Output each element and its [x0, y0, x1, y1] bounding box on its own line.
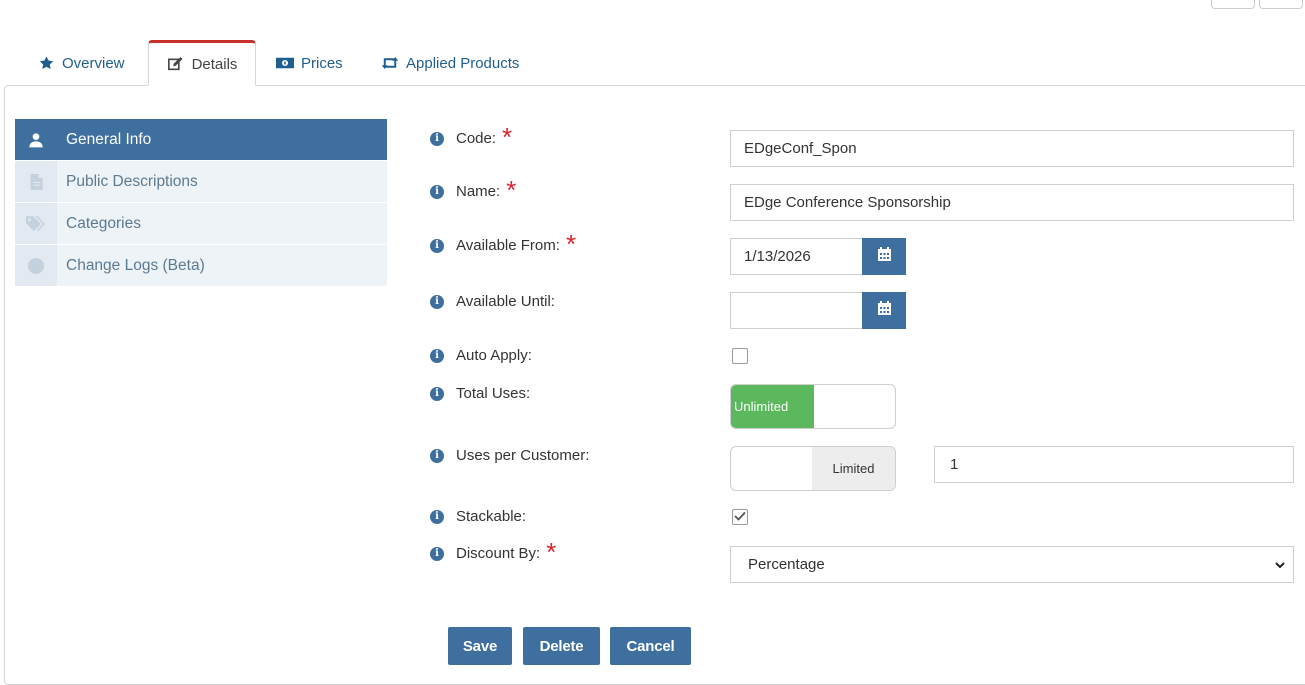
- tab-prices[interactable]: Prices: [276, 40, 343, 86]
- sidenav-item-public-descriptions[interactable]: Public Descriptions: [15, 161, 387, 203]
- name-label-row: i Name: *: [430, 174, 517, 205]
- calendar-icon: [877, 247, 891, 266]
- code-label: Code:: [456, 130, 497, 147]
- cancel-button[interactable]: Cancel: [610, 627, 691, 665]
- auto-apply-label-row: i Auto Apply:: [430, 347, 532, 364]
- info-icon[interactable]: i: [430, 348, 444, 363]
- info-icon[interactable]: i: [430, 294, 444, 309]
- discount-by-selected: Percentage: [748, 556, 825, 573]
- user-icon: [15, 119, 57, 160]
- document-icon: [15, 161, 57, 202]
- circle-icon: [15, 245, 57, 286]
- tab-details[interactable]: Details: [148, 40, 256, 86]
- uses-per-customer-label-row: i Uses per Customer:: [430, 447, 589, 464]
- tab-label: Details: [191, 55, 238, 73]
- required-asterisk: *: [506, 174, 517, 205]
- checkmark-icon: [734, 508, 746, 526]
- tab-label: Prices: [301, 54, 343, 72]
- name-label: Name:: [456, 183, 501, 200]
- available-until-label-row: i Available Until:: [430, 293, 555, 310]
- delete-button[interactable]: Delete: [523, 627, 600, 665]
- uses-per-customer-toggle[interactable]: Limited: [730, 446, 896, 491]
- star-icon: [37, 55, 55, 71]
- tab-applied-products[interactable]: Applied Products: [381, 40, 519, 86]
- required-asterisk: *: [502, 121, 513, 152]
- uses-per-customer-label: Uses per Customer:: [456, 447, 590, 464]
- sidenav-label: Change Logs (Beta): [66, 256, 205, 274]
- info-icon[interactable]: i: [430, 448, 444, 463]
- total-uses-toggle[interactable]: Unlimited: [730, 384, 896, 429]
- tab-overview[interactable]: Overview: [37, 40, 125, 86]
- required-asterisk: *: [565, 228, 577, 259]
- tab-bar: Overview Details Prices Applied Products: [0, 40, 1305, 86]
- total-uses-label: Total Uses:: [456, 385, 531, 402]
- tab-label: Overview: [62, 54, 125, 72]
- code-label-row: i Code: *: [430, 121, 513, 152]
- available-from-label-row: i Available From: *: [430, 228, 577, 259]
- top-action-button-1[interactable]: [1211, 0, 1255, 9]
- tags-icon: [15, 203, 57, 244]
- required-asterisk: *: [546, 536, 557, 567]
- sidenav-item-categories[interactable]: Categories: [15, 203, 387, 245]
- tab-label: Applied Products: [406, 54, 520, 72]
- info-icon[interactable]: i: [430, 131, 444, 146]
- available-from-calendar-button[interactable]: [862, 238, 906, 275]
- info-icon[interactable]: i: [430, 184, 444, 199]
- toggle-on-label: Unlimited: [731, 385, 814, 428]
- available-until-label: Available Until:: [456, 293, 555, 310]
- discount-by-label-row: i Discount By: *: [430, 536, 557, 567]
- info-icon[interactable]: i: [430, 386, 444, 401]
- code-input[interactable]: EDgeConf_Spon: [730, 130, 1294, 167]
- uses-per-customer-input[interactable]: 1: [934, 446, 1294, 483]
- discount-by-label: Discount By:: [456, 545, 541, 562]
- info-icon[interactable]: i: [430, 238, 444, 253]
- auto-apply-label: Auto Apply:: [456, 347, 532, 364]
- sidenav-item-change-logs[interactable]: Change Logs (Beta): [15, 245, 387, 287]
- auto-apply-checkbox[interactable]: [732, 348, 748, 364]
- edit-icon: [167, 56, 185, 72]
- sidenav-label: General Info: [66, 130, 152, 148]
- info-icon[interactable]: i: [430, 509, 444, 524]
- discount-by-select[interactable]: Percentage: [730, 546, 1294, 583]
- chevron-down-icon: [1275, 556, 1285, 573]
- retweet-icon: [381, 55, 399, 71]
- name-input[interactable]: EDge Conference Sponsorship: [730, 184, 1294, 221]
- sidenav-item-general-info[interactable]: General Info: [15, 119, 387, 161]
- stackable-label-row: i Stackable:: [430, 508, 526, 525]
- available-from-input[interactable]: 1/13/2026: [730, 238, 863, 275]
- save-button[interactable]: Save: [448, 627, 512, 665]
- sidenav-label: Categories: [66, 214, 141, 232]
- info-icon[interactable]: i: [430, 546, 444, 561]
- available-until-calendar-button[interactable]: [862, 292, 906, 329]
- available-from-label: Available From:: [456, 237, 560, 254]
- available-until-input[interactable]: [730, 292, 863, 329]
- side-nav: General Info Public Descriptions Categor…: [15, 119, 387, 287]
- sidenav-label: Public Descriptions: [66, 172, 198, 190]
- toggle-off-label: Limited: [812, 447, 895, 490]
- calendar-icon: [877, 301, 891, 320]
- money-icon: [276, 55, 294, 71]
- total-uses-label-row: i Total Uses:: [430, 385, 530, 402]
- top-action-button-2[interactable]: [1259, 0, 1303, 9]
- stackable-label: Stackable:: [456, 508, 527, 525]
- stackable-checkbox[interactable]: [732, 509, 748, 525]
